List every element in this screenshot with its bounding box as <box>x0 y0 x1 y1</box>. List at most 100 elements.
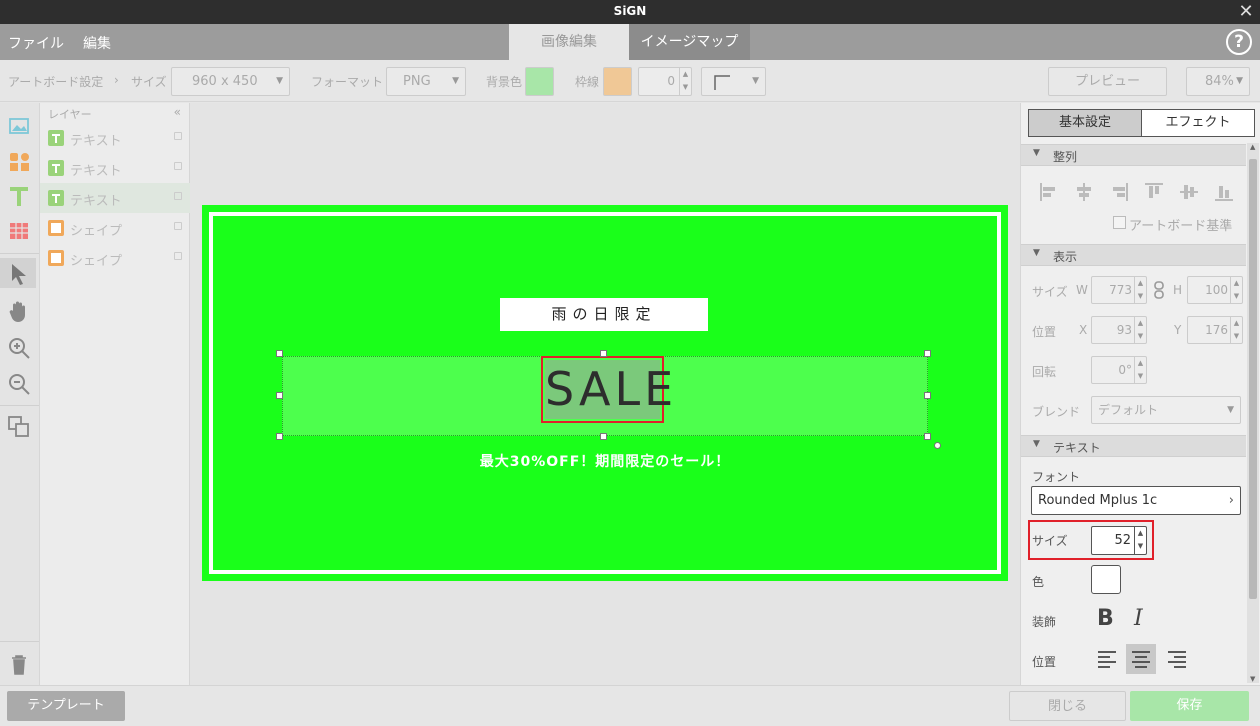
text-align-center-button[interactable] <box>1126 644 1156 674</box>
resize-handle[interactable] <box>924 433 931 440</box>
stepper-icon[interactable]: ▲ ▼ <box>1134 357 1146 383</box>
display-section-header[interactable]: ▼ 表示 <box>1021 244 1246 266</box>
save-button[interactable]: 保存 <box>1130 691 1249 721</box>
stepper-icon[interactable]: ▲ ▼ <box>1134 277 1146 303</box>
resize-handle[interactable] <box>924 350 931 357</box>
text-color-swatch[interactable] <box>1091 565 1121 594</box>
stepper-icon[interactable]: ▲ ▼ <box>1230 317 1242 343</box>
layer-name: テキスト <box>70 194 122 209</box>
scroll-up-icon[interactable]: ▲ <box>1250 143 1255 151</box>
border-style-select[interactable]: ▼ <box>701 67 766 96</box>
title-bar: SiGN ✕ <box>0 0 1260 24</box>
layer-item[interactable]: テキスト <box>40 153 190 183</box>
close-button[interactable]: 閉じる <box>1009 691 1126 721</box>
menu-edit[interactable]: 編集 <box>83 33 111 53</box>
stepper-icon[interactable]: ▲ ▼ <box>679 68 691 95</box>
zoom-select[interactable]: 84% ▼ <box>1186 67 1250 96</box>
text-tool-icon[interactable] <box>4 181 34 211</box>
resize-handle[interactable] <box>276 350 283 357</box>
menu-file[interactable]: ファイル <box>8 33 64 53</box>
sale-text[interactable]: SALE <box>545 360 673 419</box>
tab-effect[interactable]: エフェクト <box>1141 109 1255 137</box>
arrange-icon[interactable] <box>4 412 34 442</box>
text-align-left-icon[interactable] <box>1095 647 1119 671</box>
stepper-icon[interactable]: ▲ ▼ <box>1134 317 1146 343</box>
align-right-icon[interactable] <box>1107 180 1131 204</box>
sale-text-highlight[interactable]: SALE <box>541 356 673 423</box>
height-input[interactable]: 100 ▲ ▼ <box>1187 276 1243 304</box>
layer-item[interactable]: テキスト <box>40 123 190 153</box>
align-top-icon[interactable] <box>1142 180 1166 204</box>
shape-tool-icon[interactable] <box>4 146 34 176</box>
align-middle-v-icon[interactable] <box>1177 180 1201 204</box>
zoom-in-icon[interactable] <box>4 333 34 363</box>
resize-handle[interactable] <box>600 350 607 357</box>
lock-icon[interactable] <box>174 132 182 140</box>
width-input[interactable]: 773 ▲ ▼ <box>1091 276 1147 304</box>
rotate-handle[interactable] <box>934 442 941 449</box>
y-value: 176 <box>1205 323 1228 337</box>
border-width-input[interactable]: 0 ▲ ▼ <box>638 67 692 96</box>
template-button[interactable]: テンプレート <box>7 691 125 721</box>
size-select[interactable]: 960 x 450 ▼ <box>171 67 290 96</box>
y-input[interactable]: 176 ▲ ▼ <box>1187 316 1243 344</box>
tab-image-map[interactable]: イメージマップ <box>629 24 750 60</box>
panel-scrollbar[interactable]: ▲ ▼ <box>1247 143 1259 683</box>
x-label: X <box>1079 323 1088 337</box>
artboard-basis-checkbox[interactable] <box>1113 216 1126 229</box>
text-section-header[interactable]: ▼ テキスト <box>1021 435 1246 457</box>
tab-image-edit[interactable]: 画像編集 <box>509 24 629 60</box>
stepper-icon[interactable]: ▲ ▼ <box>1134 527 1146 554</box>
blend-select[interactable]: デフォルト ▼ <box>1091 396 1241 424</box>
align-left-icon[interactable] <box>1037 180 1061 204</box>
align-section-title: 整列 <box>1053 150 1078 164</box>
preview-button[interactable]: プレビュー <box>1048 67 1167 96</box>
decoration-label: 装飾 <box>1032 615 1057 629</box>
zoom-out-icon[interactable] <box>4 369 34 399</box>
lock-icon[interactable] <box>174 162 182 170</box>
link-aspect-icon[interactable] <box>1153 281 1165 299</box>
close-icon[interactable]: ✕ <box>1236 1 1256 23</box>
sale-subtext[interactable]: 最大30%OFF！期間限定のセール！ <box>202 451 1008 471</box>
resize-handle[interactable] <box>600 433 607 440</box>
select-tool[interactable] <box>0 258 36 288</box>
canvas-area[interactable]: 雨の日限定 SALE 最大30%OFF！期間限定のセール！ <box>190 103 1020 685</box>
artboard[interactable]: 雨の日限定 SALE 最大30%OFF！期間限定のセール！ <box>202 205 1008 581</box>
rain-day-label[interactable]: 雨の日限定 <box>500 298 708 331</box>
layer-item[interactable]: シェイプ <box>40 243 190 273</box>
italic-icon[interactable]: I <box>1134 606 1143 631</box>
position-label: 位置 <box>1032 325 1057 339</box>
tab-basic-settings[interactable]: 基本設定 <box>1028 109 1142 137</box>
layer-item[interactable]: シェイプ <box>40 213 190 243</box>
align-bottom-icon[interactable] <box>1212 180 1236 204</box>
x-input[interactable]: 93 ▲ ▼ <box>1091 316 1147 344</box>
x-value: 93 <box>1116 323 1132 337</box>
layer-item-selected[interactable]: テキスト <box>40 183 190 213</box>
text-align-right-icon[interactable] <box>1165 647 1189 671</box>
border-color-swatch[interactable] <box>603 67 632 96</box>
lock-icon[interactable] <box>174 192 182 200</box>
help-icon[interactable]: ? <box>1226 29 1252 55</box>
scroll-down-icon[interactable]: ▼ <box>1250 675 1255 683</box>
tool-divider <box>0 641 39 642</box>
bold-icon[interactable]: B <box>1097 606 1114 631</box>
rotation-input[interactable]: 0° ▲ ▼ <box>1091 356 1147 384</box>
table-tool-icon[interactable] <box>4 216 34 246</box>
background-color-swatch[interactable] <box>525 67 554 96</box>
image-tool-icon[interactable] <box>4 111 34 141</box>
align-section-header[interactable]: ▼ 整列 <box>1021 144 1246 166</box>
scrollbar-thumb[interactable] <box>1249 159 1257 599</box>
lock-icon[interactable] <box>174 222 182 230</box>
align-center-h-icon[interactable] <box>1072 180 1096 204</box>
resize-handle[interactable] <box>276 433 283 440</box>
lock-icon[interactable] <box>174 252 182 260</box>
trash-icon[interactable] <box>4 649 34 679</box>
collapse-icon[interactable]: « <box>174 105 181 119</box>
stepper-icon[interactable]: ▲ ▼ <box>1230 277 1242 303</box>
font-select[interactable]: Rounded Mplus 1c › <box>1031 486 1241 515</box>
font-size-input[interactable]: 52 ▲ ▼ <box>1091 526 1147 555</box>
resize-handle[interactable] <box>276 392 283 399</box>
format-select[interactable]: PNG ▼ <box>386 67 466 96</box>
resize-handle[interactable] <box>924 392 931 399</box>
hand-tool-icon[interactable] <box>4 296 34 326</box>
